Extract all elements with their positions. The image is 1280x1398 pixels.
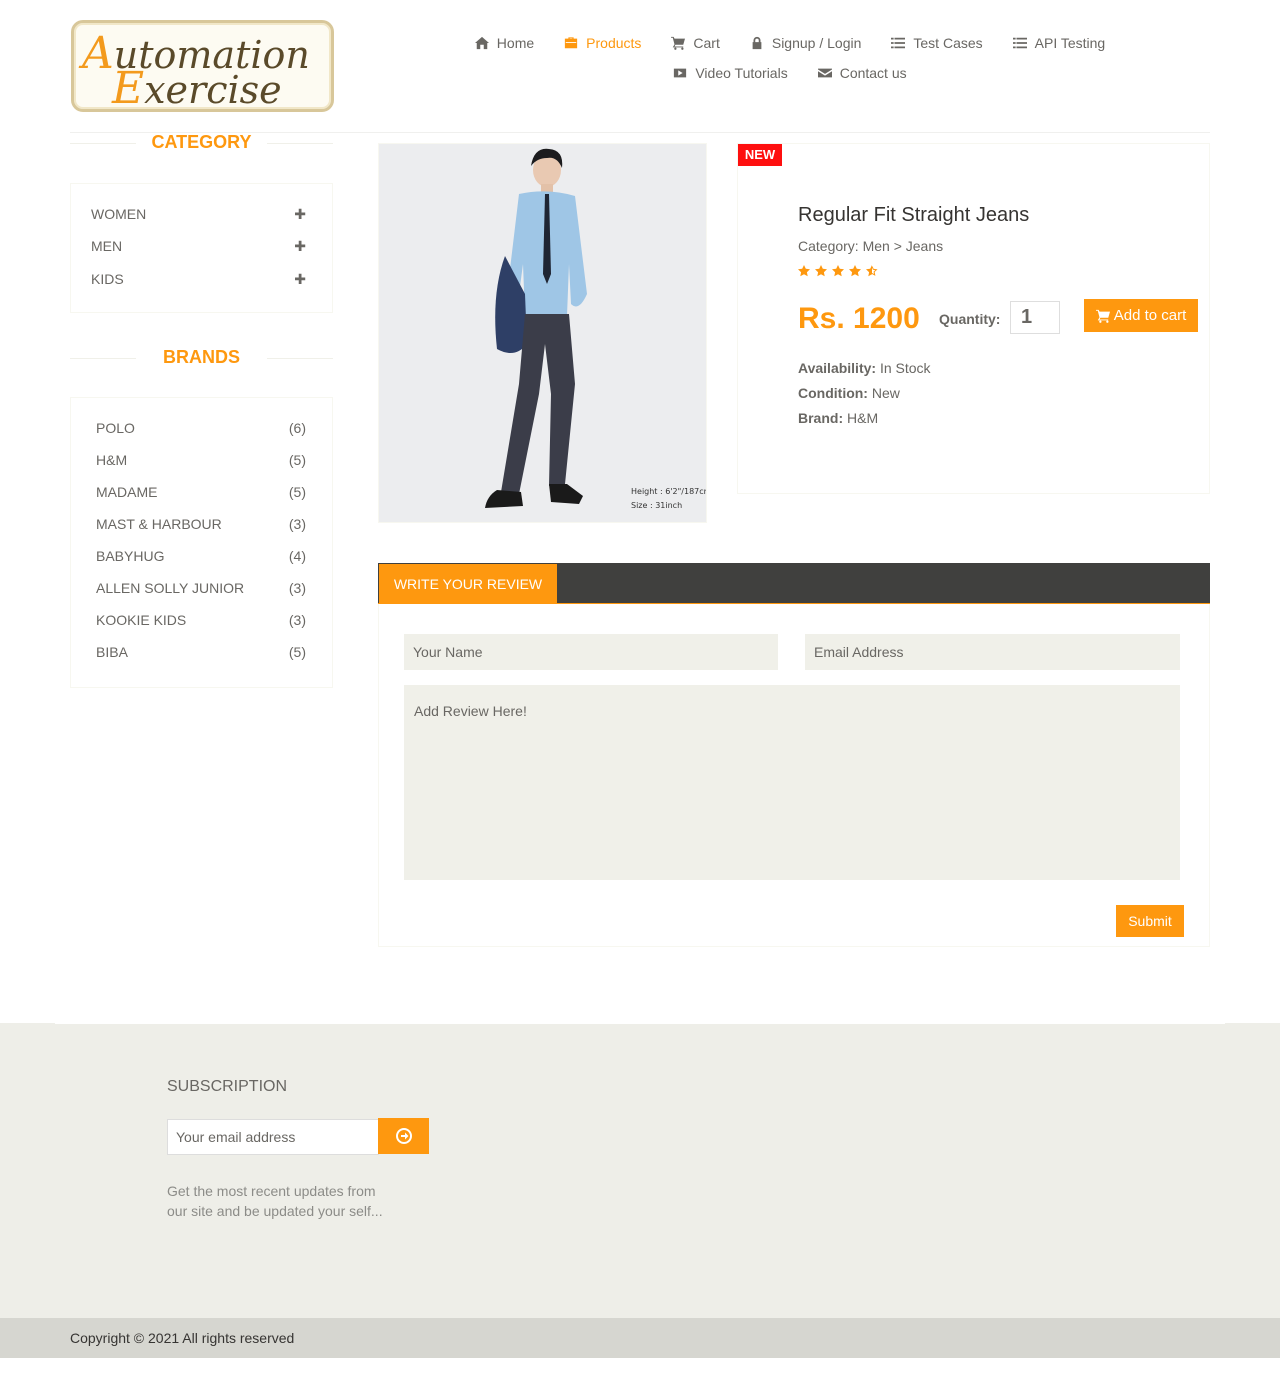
new-badge: NEW <box>738 144 782 166</box>
brand-mast-harbour[interactable]: MAST & HARBOUR (3) <box>96 516 306 532</box>
brand-biba[interactable]: BIBA (5) <box>96 644 306 660</box>
category-panel: WOMEN ✚ MEN ✚ KIDS ✚ <box>70 183 333 313</box>
product-category: Category: Men > Jeans <box>798 238 944 254</box>
nav-products[interactable]: Products <box>564 35 641 51</box>
category-women[interactable]: WOMEN ✚ <box>91 206 306 223</box>
nav-signup-login[interactable]: Signup / Login <box>750 35 861 51</box>
cart-icon <box>1095 309 1110 323</box>
plus-icon[interactable]: ✚ <box>294 238 306 255</box>
image-caption-size: Size : 31inch <box>631 501 682 510</box>
quantity-label: Quantity: <box>939 311 1001 327</box>
add-to-cart-button[interactable]: Add to cart <box>1084 299 1198 332</box>
main-nav: Home Products Cart Signup / Login Test C… <box>440 28 1140 88</box>
subscription-description: Get the most recent updates from our sit… <box>167 1183 383 1219</box>
nav-video-tutorials[interactable]: Video Tutorials <box>673 65 788 81</box>
footer-widget <box>0 1023 1280 1318</box>
product-rating <box>798 265 878 277</box>
review-email-input[interactable] <box>805 634 1180 670</box>
briefcase-icon <box>565 37 578 49</box>
quantity-input[interactable] <box>1010 301 1060 334</box>
nav-api-testing[interactable]: API Testing <box>1012 35 1105 51</box>
tab-write-review[interactable]: WRITE YOUR REVIEW <box>379 564 557 604</box>
brands-panel: POLO (6) H&M (5) MADAME (5) MAST & HARBOUR(… <box>70 397 333 688</box>
lock-icon <box>752 36 762 50</box>
category-title: CATEGORY <box>70 132 333 153</box>
category-kids[interactable]: KIDS ✚ <box>91 271 306 288</box>
plus-icon[interactable]: ✚ <box>294 206 306 223</box>
brand-allen-solly-junior[interactable]: ALLEN SOLLY JUNIOR (3) <box>96 580 306 596</box>
product-condition: Condition: New <box>798 385 900 401</box>
home-icon <box>474 36 489 50</box>
cart-icon <box>671 36 686 50</box>
brand-babyhug[interactable]: BABYHUG (4) <box>96 548 306 564</box>
image-caption-height: Height : 6'2"/187cm <box>631 487 707 496</box>
star-icon <box>832 265 844 277</box>
list-icon <box>891 37 906 49</box>
star-icon <box>815 265 827 277</box>
brand-kookie-kids[interactable]: KOOKIE KIDS (3) <box>96 612 306 628</box>
review-textarea[interactable] <box>404 685 1180 880</box>
subscription-title: SUBSCRIPTION <box>167 1078 288 1095</box>
arrow-circle-right-icon <box>395 1128 412 1144</box>
product-availability: Availability: In Stock <box>798 360 931 376</box>
youtube-icon <box>674 68 687 78</box>
review-name-input[interactable] <box>404 634 778 670</box>
plus-icon[interactable]: ✚ <box>294 271 306 288</box>
nav-cart[interactable]: Cart <box>671 35 720 51</box>
category-men[interactable]: MEN ✚ <box>91 238 306 255</box>
review-submit-button[interactable]: Submit <box>1116 905 1184 937</box>
site-logo[interactable]: Automation Exercise <box>71 20 334 114</box>
product-price: Rs. 1200 <box>798 302 920 335</box>
star-half-icon <box>866 265 878 277</box>
envelope-icon <box>817 68 832 78</box>
nav-test-cases[interactable]: Test Cases <box>891 35 983 51</box>
star-icon <box>798 265 810 277</box>
nav-home[interactable]: Home <box>474 35 534 51</box>
subscribe-button[interactable] <box>378 1118 429 1154</box>
brand-polo[interactable]: POLO (6) <box>96 420 306 436</box>
product-image: Height : 6'2"/187cm Size : 31inch <box>378 143 707 523</box>
brand-madame[interactable]: MADAME (5) <box>96 484 306 500</box>
product-brand: Brand: H&M <box>798 410 879 426</box>
subscribe-email-input[interactable] <box>167 1119 379 1155</box>
star-icon <box>849 265 861 277</box>
brand-hm[interactable]: H&M (5) <box>96 452 306 468</box>
svg-text:Exercise: Exercise <box>111 63 282 114</box>
copyright-text: Copyright © 2021 All rights reserved <box>70 1330 295 1346</box>
list-icon <box>1012 37 1027 49</box>
nav-contact-us[interactable]: Contact us <box>817 65 907 81</box>
product-name: Regular Fit Straight Jeans <box>798 204 1030 226</box>
brands-title: BRANDS <box>70 347 333 368</box>
